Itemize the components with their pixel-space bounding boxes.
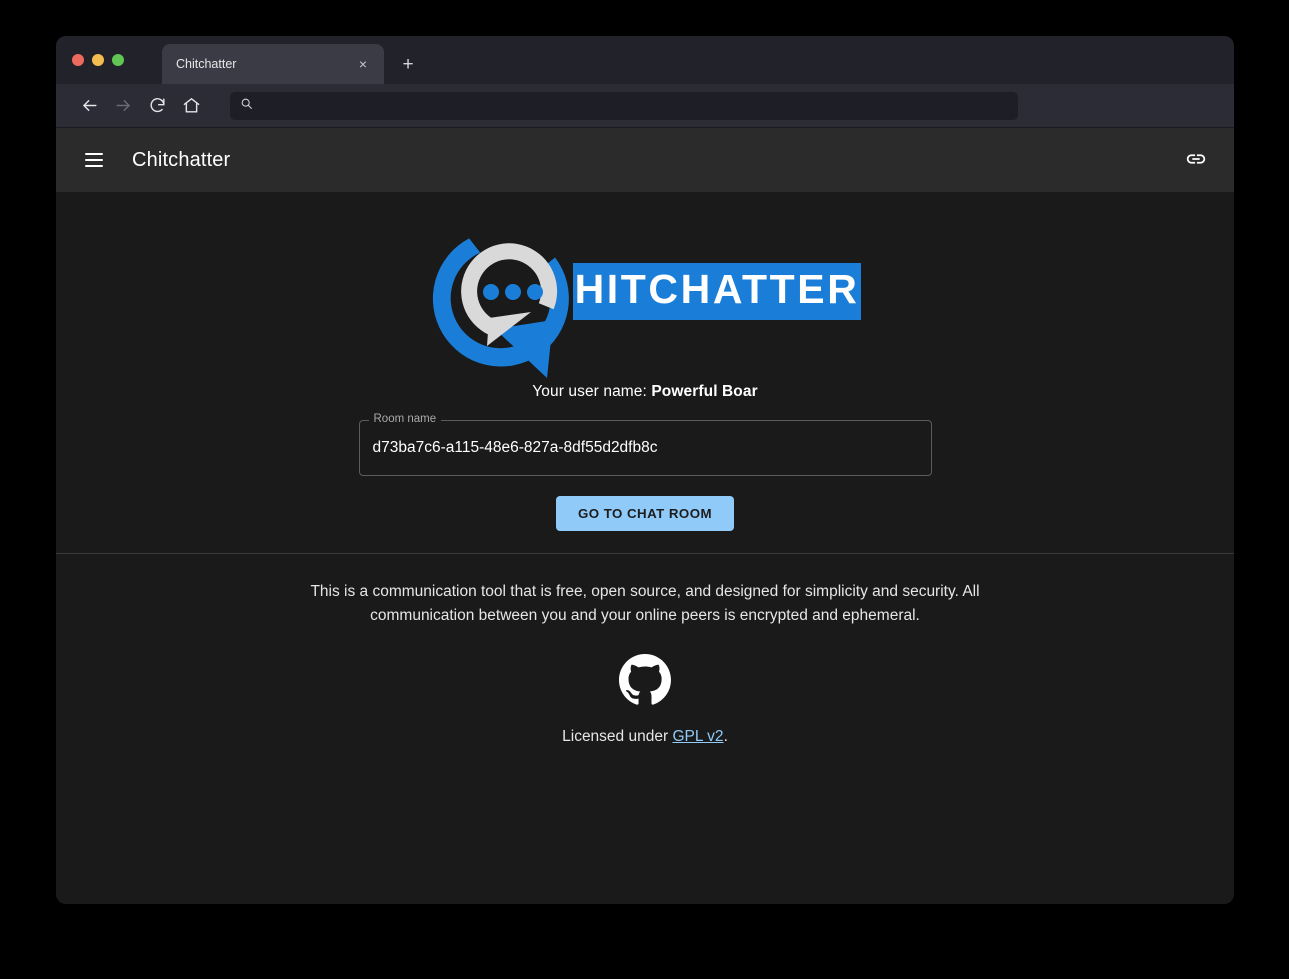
hamburger-menu-icon <box>85 153 103 167</box>
browser-nav-bar <box>56 84 1234 128</box>
main-content: HITCHATTER Your user name: Powerful Boar… <box>56 192 1234 904</box>
hero-section: HITCHATTER Your user name: Powerful Boar… <box>56 192 1234 553</box>
license-line: Licensed under GPL v2. <box>562 728 728 746</box>
about-blurb: This is a communication tool that is fre… <box>310 583 980 625</box>
browser-tab-strip: Chitchatter × + <box>56 36 1234 84</box>
room-name-field[interactable]: Room name <box>358 413 932 476</box>
reload-button[interactable] <box>140 89 174 123</box>
home-icon <box>182 96 201 115</box>
window-controls <box>56 36 138 84</box>
browser-window: Chitchatter × + Chitchatter HITCHATTER Y… <box>56 36 1234 904</box>
copy-link-button[interactable] <box>1176 140 1216 180</box>
username-label: Your user name: <box>532 383 652 400</box>
page-title: Chitchatter <box>132 148 231 171</box>
app-bar: Chitchatter <box>56 128 1234 192</box>
minimize-window-button[interactable] <box>92 54 104 66</box>
license-prefix: Licensed under <box>562 728 673 746</box>
close-icon[interactable]: × <box>354 55 372 73</box>
logo-wordmark: HITCHATTER <box>575 266 860 312</box>
link-icon <box>1185 148 1207 173</box>
license-suffix: . <box>723 728 728 746</box>
forward-button[interactable] <box>106 89 140 123</box>
new-tab-button[interactable]: + <box>392 44 424 84</box>
close-window-button[interactable] <box>72 54 84 66</box>
browser-tab[interactable]: Chitchatter × <box>162 44 384 84</box>
back-button[interactable] <box>72 89 106 123</box>
arrow-left-icon <box>80 96 99 115</box>
github-link[interactable] <box>619 654 671 706</box>
chitchatter-logo: HITCHATTER <box>432 238 861 378</box>
menu-button[interactable] <box>74 140 114 180</box>
username-line: Your user name: Powerful Boar <box>532 383 757 401</box>
username-value: Powerful Boar <box>651 383 758 400</box>
maximize-window-button[interactable] <box>112 54 124 66</box>
search-icon <box>240 97 253 115</box>
footer-section: This is a communication tool that is fre… <box>56 554 1234 746</box>
room-name-input[interactable] <box>358 420 932 476</box>
home-button[interactable] <box>174 89 208 123</box>
browser-tab-title: Chitchatter <box>176 57 237 71</box>
web-page: Chitchatter HITCHATTER Your user name: P… <box>56 128 1234 904</box>
go-to-chat-room-button[interactable]: GO TO CHAT ROOM <box>555 496 735 532</box>
arrow-right-icon <box>114 96 133 115</box>
url-bar[interactable] <box>230 91 1018 120</box>
reload-icon <box>148 96 167 115</box>
github-icon <box>619 654 671 706</box>
gpl-v2-link[interactable]: GPL v2 <box>672 728 723 745</box>
